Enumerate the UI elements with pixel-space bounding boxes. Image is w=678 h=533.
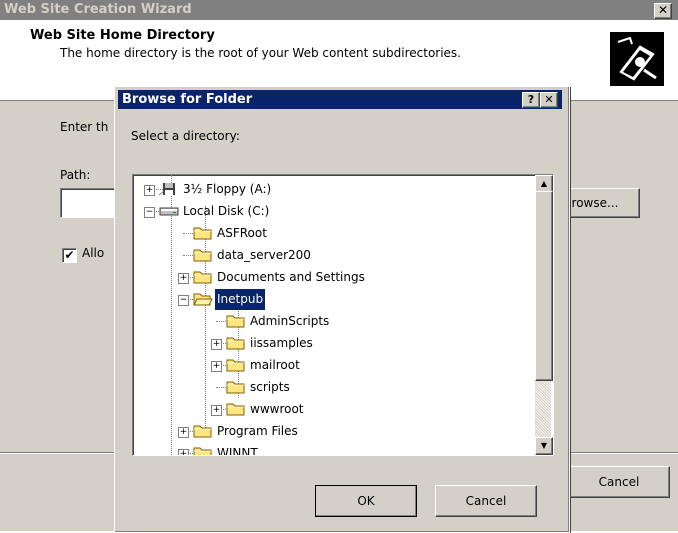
collapse-icon[interactable]: − (144, 207, 155, 218)
tree-item[interactable]: scripts (208, 377, 533, 398)
cancel-label: Cancel (465, 494, 507, 508)
tree-item-label: scripts (250, 380, 290, 394)
scroll-down-button[interactable]: ▼ (535, 437, 553, 455)
wizard-title: Web Site Creation Wizard (4, 2, 192, 17)
tree-item[interactable]: +3½ Floppy (A:) (141, 179, 533, 200)
help-icon: ? (527, 93, 535, 106)
floppy-icon (158, 182, 179, 196)
path-label: Path: (60, 168, 91, 182)
expand-icon[interactable]: + (211, 339, 222, 350)
expand-icon[interactable]: + (211, 361, 222, 372)
expand-icon[interactable]: + (211, 405, 222, 416)
tree-item-label: mailroot (250, 358, 300, 372)
tree-item-label: ASFRoot (217, 226, 267, 240)
tree-item[interactable]: − Inetpub (175, 289, 533, 310)
allow-anonymous-label: Allo (82, 246, 105, 260)
browse-title: Browse for Folder (122, 92, 253, 107)
scroll-down-arrow-icon: ▼ (540, 441, 548, 450)
header-title: Web Site Home Directory (30, 28, 215, 43)
folder-icon (193, 226, 213, 240)
folder-icon (193, 424, 213, 438)
browse-cancel-button[interactable]: Cancel (435, 485, 537, 517)
scroll-up-arrow-icon: ▲ (540, 179, 548, 188)
tree-item-label: Program Files (217, 424, 298, 438)
tree-item-label: iissamples (250, 336, 313, 350)
scroll-thumb[interactable] (535, 191, 553, 381)
browse-close-button[interactable]: ✕ (540, 92, 558, 108)
folder-icon (193, 270, 213, 284)
tree-item-label: Documents and Settings (217, 270, 365, 284)
folder-icon (193, 248, 213, 262)
folder-icon (226, 358, 246, 372)
folder-tree-content: +3½ Floppy (A:) − Local Disk (C:) ASFRoot da… (133, 175, 533, 455)
tree-item[interactable]: + Documents and Settings (175, 267, 533, 288)
open-folder-icon (193, 292, 213, 306)
tree-item-label: WINNT (217, 446, 258, 456)
tree-item-label: 3½ Floppy (A:) (183, 182, 272, 196)
close-icon: ✕ (657, 3, 669, 17)
tree-item-label: Inetpub (215, 289, 266, 310)
folder-icon (226, 314, 246, 328)
expand-icon[interactable]: + (178, 273, 189, 284)
folder-icon (226, 380, 246, 394)
wizard-title-bar[interactable]: Web Site Creation Wizard (0, 0, 678, 20)
tree-item-label: Local Disk (C:) (183, 204, 270, 218)
disk-icon (159, 204, 179, 218)
help-button[interactable]: ? (522, 92, 540, 108)
wizard-close-button[interactable]: ✕ (654, 3, 672, 19)
tree-item[interactable]: + mailroot (208, 355, 533, 376)
tree-item[interactable]: + iissamples (208, 333, 533, 354)
tree-item-label: wwwroot (250, 402, 304, 416)
tree-item[interactable]: + Program Files (175, 421, 533, 442)
tree-item[interactable]: + wwwroot (208, 399, 533, 420)
path-input[interactable] (60, 188, 122, 218)
close-icon: ✕ (544, 93, 554, 106)
wizard-logo-icon (610, 32, 664, 86)
allow-anonymous-checkbox[interactable]: ✔ (62, 248, 77, 263)
header-subtitle: The home directory is the root of your W… (60, 46, 461, 60)
ok-label: OK (357, 494, 375, 508)
select-directory-label: Select a directory: (131, 129, 240, 143)
folder-icon (193, 446, 213, 455)
expand-icon[interactable]: + (178, 427, 189, 438)
tree-item[interactable]: data_server200 (175, 245, 533, 266)
folder-icon (226, 336, 246, 350)
wizard-cancel-button[interactable]: Cancel (568, 466, 670, 498)
tree-item[interactable]: + WINNT (175, 443, 533, 456)
tree-vertical-scrollbar[interactable]: ▲ ▼ (535, 175, 553, 455)
ok-button[interactable]: OK (315, 485, 417, 517)
expand-icon[interactable]: + (144, 185, 155, 196)
browse-title-bar[interactable]: Browse for Folder ? ✕ (118, 90, 562, 109)
folder-tree[interactable]: +3½ Floppy (A:) − Local Disk (C:) ASFRoot da… (132, 174, 554, 456)
tree-item-label: data_server200 (217, 248, 311, 262)
collapse-icon[interactable]: − (178, 295, 189, 306)
tree-item[interactable]: AdminScripts (208, 311, 533, 332)
folder-icon (226, 402, 246, 416)
checkmark-icon: ✔ (64, 248, 75, 262)
tree-item-label: AdminScripts (250, 314, 330, 328)
expand-icon[interactable]: + (178, 449, 189, 455)
tree-item[interactable]: − Local Disk (C:) (141, 201, 533, 222)
tree-item[interactable]: ASFRoot (175, 223, 533, 244)
browse-for-folder-dialog: Browse for Folder ? ✕ Select a directory… (114, 86, 570, 533)
enter-path-instructions: Enter th (60, 120, 109, 134)
